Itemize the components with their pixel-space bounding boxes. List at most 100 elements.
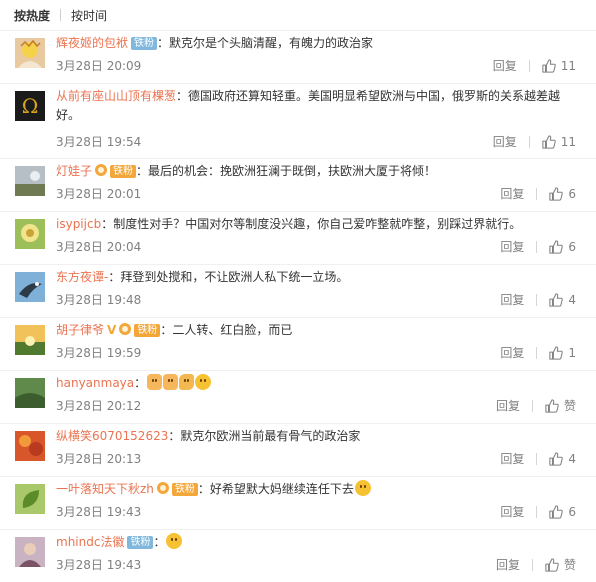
comment-item: 胡子律爷 V 铁粉 ：二人转、红白脸，而已 3月28日 19:59 回复 1 xyxy=(0,317,596,371)
comment-actions: 回复 6 xyxy=(500,503,576,520)
avatar-autumn-icon xyxy=(15,431,45,461)
like-button[interactable]: 赞 xyxy=(545,397,576,414)
like-count: 1 xyxy=(568,345,576,360)
like-count: 6 xyxy=(568,239,576,254)
comment-actions: 回复 赞 xyxy=(496,556,576,573)
reply-button[interactable]: 回复 xyxy=(500,344,524,361)
username-link[interactable]: mhindc法徽 xyxy=(56,535,124,549)
like-button[interactable]: 6 xyxy=(549,187,576,201)
username-link[interactable]: 东方夜谭- xyxy=(56,270,108,284)
comment-time: 3月28日 20:09 xyxy=(56,59,142,73)
reply-button[interactable]: 回复 xyxy=(500,238,524,255)
comment-actions: 回复 6 xyxy=(500,238,576,255)
thumbs-up-emoji-icon xyxy=(147,374,163,390)
username-link[interactable]: 纵横笑6070152623 xyxy=(56,429,168,443)
like-button[interactable]: 11 xyxy=(542,59,576,73)
reply-button[interactable]: 回复 xyxy=(493,133,517,150)
avatar[interactable] xyxy=(15,378,45,408)
comment-content: 东方夜谭-：拜登到处搅和，不让欧洲人私下统一立场。 xyxy=(56,268,576,287)
comment-content: 一叶落知天下秋zh 铁粉 ：好希望默大妈继续连任下去 xyxy=(56,480,576,499)
avatar-landscape-icon xyxy=(15,325,45,355)
like-button[interactable]: 6 xyxy=(549,505,576,519)
action-divider xyxy=(536,452,538,465)
reply-button[interactable]: 回复 xyxy=(493,57,517,74)
reply-button[interactable]: 回复 xyxy=(500,291,524,308)
comment-time: 3月28日 19:59 xyxy=(56,346,142,360)
thumbs-up-icon xyxy=(545,557,559,572)
avatar[interactable] xyxy=(15,38,45,68)
avatar[interactable] xyxy=(15,325,45,355)
thumbs-up-icon xyxy=(549,504,564,519)
reply-button[interactable]: 回复 xyxy=(500,450,524,467)
action-divider xyxy=(531,399,533,412)
reply-button[interactable]: 回复 xyxy=(496,397,520,414)
sort-by-hot-tab[interactable]: 按热度 xyxy=(14,7,50,24)
username-link[interactable]: 从前有座山山顶有棵葱 xyxy=(56,89,176,103)
thumbs-up-icon xyxy=(542,58,556,73)
comment-text: ：最后的机会：挽欧洲狂澜于既倒，扶欧洲大厦于将倾！ xyxy=(136,164,437,178)
like-count: 赞 xyxy=(563,558,576,572)
comment-item: isypijcb：制度性对手？中国对尔等制度没兴趣，你自己爱咋整就咋整，别踩过界… xyxy=(0,211,596,265)
comment-text: ：二人转、红白脸，而已 xyxy=(160,323,293,337)
comment-item: hanyanmaya： 3月28日 20:12 回复 赞 xyxy=(0,370,596,424)
comment-text: ：默克尔欧洲当前最有骨气的政治家 xyxy=(168,429,361,443)
like-button[interactable]: 11 xyxy=(542,135,576,149)
avatar[interactable] xyxy=(15,219,45,249)
like-button[interactable]: 6 xyxy=(549,240,576,254)
avatar[interactable] xyxy=(15,537,45,567)
thumbs-up-icon xyxy=(549,451,564,466)
comment-text: ：制度性对手？中国对尔等制度没兴趣，你自己爱咋整就咋整，别踩过界就行。 xyxy=(101,217,522,231)
action-divider xyxy=(536,293,538,306)
comment-content: 从前有座山山顶有棵葱：德国政府还算知轻重。美国明显希望欧洲与中国，俄罗斯的关系越… xyxy=(56,87,576,125)
like-button[interactable]: 1 xyxy=(549,346,576,360)
fan-medal-icon xyxy=(156,482,169,494)
comment-text: ： xyxy=(134,376,147,390)
username-link[interactable]: 辉夜姬的包袱 xyxy=(56,36,128,50)
username-link[interactable]: hanyanmaya xyxy=(56,376,134,390)
fan-medal-icon xyxy=(119,323,132,335)
action-divider xyxy=(528,59,530,72)
smile-emoji-icon xyxy=(354,480,371,496)
like-count: 6 xyxy=(568,504,576,519)
username-link[interactable]: isypijcb xyxy=(56,217,101,231)
comment-item: 辉夜姬的包袱 铁粉 ：默克尔是个头脑清醒，有魄力的政治家 3月28日 20:09 回… xyxy=(0,30,596,84)
like-count: 6 xyxy=(568,186,576,201)
sort-by-time-tab[interactable]: 按时间 xyxy=(71,7,107,24)
username-link[interactable]: 灯娃子 xyxy=(56,164,92,178)
comment-time: 3月28日 19:54 xyxy=(56,135,142,149)
avatar-bird-icon xyxy=(15,272,45,302)
thinking-face-emoji-icon xyxy=(166,533,183,549)
iron-fan-badge: 铁粉 xyxy=(131,37,158,50)
username-link[interactable]: 胡子律爷 xyxy=(56,323,104,337)
reply-button[interactable]: 回复 xyxy=(500,185,524,202)
action-divider xyxy=(531,558,533,571)
comment-content: 胡子律爷 V 铁粉 ：二人转、红白脸，而已 xyxy=(56,321,576,340)
action-divider xyxy=(536,240,538,253)
reply-button[interactable]: 回复 xyxy=(496,556,520,573)
sort-bar: 按热度 按时间 xyxy=(0,0,596,30)
comment-actions: 回复 4 xyxy=(500,450,576,467)
iron-fan-badge: 铁粉 xyxy=(127,536,154,549)
avatar[interactable] xyxy=(15,272,45,302)
svg-text:Ω: Ω xyxy=(22,94,39,118)
avatar-image-icon xyxy=(15,38,45,68)
comment-time: 3月28日 19:48 xyxy=(56,293,142,307)
like-button[interactable]: 4 xyxy=(549,293,576,307)
username-link[interactable]: 一叶落知天下秋zh xyxy=(56,482,154,496)
avatar[interactable] xyxy=(15,431,45,461)
action-divider xyxy=(536,187,538,200)
avatar[interactable]: Ω xyxy=(15,91,45,121)
comment-text: ：拜登到处搅和，不让欧洲人私下统一立场。 xyxy=(108,270,349,284)
reply-button[interactable]: 回复 xyxy=(500,503,524,520)
comment-content: 纵横笑6070152623：默克尔欧洲当前最有骨气的政治家 xyxy=(56,427,576,446)
avatar-omega-icon: Ω xyxy=(15,91,45,121)
avatar-photo-icon xyxy=(15,166,45,196)
comment-actions: 回复 11 xyxy=(493,57,576,74)
verified-v-icon: V xyxy=(107,323,117,337)
like-button[interactable]: 赞 xyxy=(545,556,576,573)
like-button[interactable]: 4 xyxy=(549,452,576,466)
thumbs-up-icon xyxy=(549,239,564,254)
avatar[interactable] xyxy=(15,166,45,196)
thumbs-up-icon xyxy=(549,186,564,201)
avatar[interactable] xyxy=(15,484,45,514)
